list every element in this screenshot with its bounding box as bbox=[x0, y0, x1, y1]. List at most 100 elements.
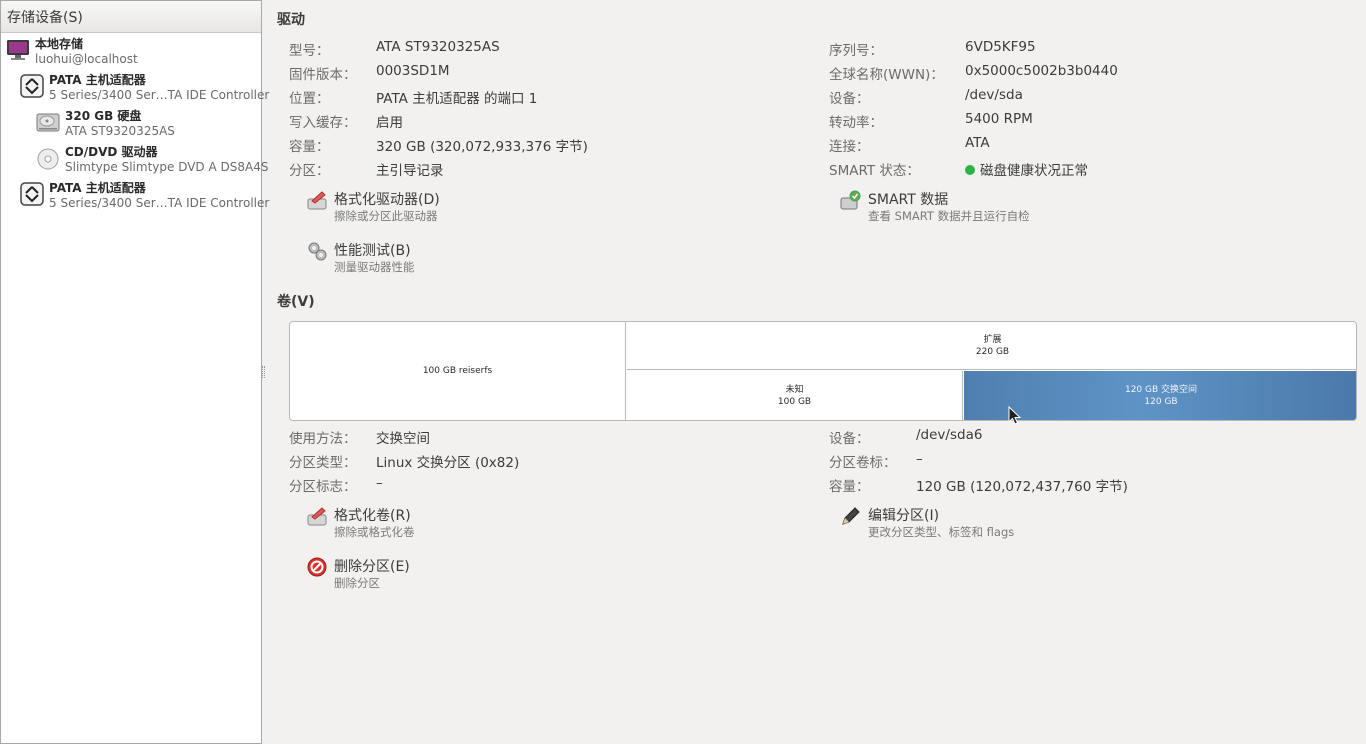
tree-item-pata-adapter-1[interactable]: PATA 主机适配器 5 Series/3400 Ser…TA IDE Cont… bbox=[19, 71, 269, 107]
action-description: 删除分区 bbox=[334, 576, 380, 590]
write-cache-label: 写入缓存： bbox=[289, 115, 357, 131]
volume-device-label: 设备： bbox=[829, 431, 870, 447]
delete-icon bbox=[307, 557, 327, 577]
serial-value: 6VD5KF95 bbox=[965, 39, 1036, 55]
location-label: 位置： bbox=[289, 91, 330, 107]
partition-label-label: 分区卷标： bbox=[829, 455, 897, 471]
volume-label: 扩展 bbox=[983, 334, 1002, 345]
volume-capacity-label: 容量： bbox=[829, 479, 870, 495]
wwn-value: 0x5000c5002b3b0440 bbox=[965, 63, 1118, 79]
action-description: 擦除或分区此驱动器 bbox=[334, 209, 438, 223]
sidebar-header: 存储设备(S) bbox=[1, 1, 261, 33]
format-drive-button[interactable]: 格式化驱动器(D) 擦除或分区此驱动器 bbox=[306, 189, 506, 229]
partitioning-value: 主引导记录 bbox=[376, 163, 444, 179]
volume-capacity-value: 120 GB (120,072,437,760 字节) bbox=[916, 479, 1128, 495]
volume-size: 100 GB bbox=[777, 396, 812, 407]
volume-map: 100 GB reiserfs 扩展 220 GB 未知 100 GB 120 … bbox=[289, 321, 1357, 421]
tree-item-local-storage[interactable]: 本地存储 luohui@localhost bbox=[5, 35, 255, 71]
smart-status-value: 磁盘健康状况正常 bbox=[965, 159, 1088, 179]
volume-swap-selected[interactable]: 120 GB 交换空间 120 GB bbox=[964, 371, 1356, 420]
format-volume-button[interactable]: 格式化卷(R) 擦除或格式化卷 bbox=[306, 505, 506, 545]
capacity-value: 320 GB (320,072,933,376 字节) bbox=[376, 139, 588, 155]
action-description: 测量驱动器性能 bbox=[334, 260, 415, 274]
device-label: 设备： bbox=[829, 91, 870, 107]
tree-item-title: 本地存储 bbox=[35, 37, 84, 51]
smart-status-label: SMART 状态： bbox=[829, 163, 920, 179]
tree-item-title: 320 GB 硬盘 bbox=[65, 109, 142, 123]
drive-model-value: ATA ST9320325AS bbox=[376, 39, 500, 55]
action-title: SMART 数据 bbox=[868, 192, 949, 208]
pencil-icon bbox=[842, 507, 860, 525]
volume-unknown[interactable]: 未知 100 GB bbox=[627, 371, 963, 420]
action-title: 删除分区(E) bbox=[334, 559, 410, 575]
smart-data-button[interactable]: SMART 数据 查看 SMART 数据并且运行自检 bbox=[840, 189, 1070, 229]
action-title: 编辑分区(I) bbox=[868, 508, 940, 524]
action-description: 擦除或格式化卷 bbox=[334, 525, 415, 539]
volume-label: 120 GB 交换空间 bbox=[1124, 384, 1198, 395]
tree-item-subtitle: luohui@localhost bbox=[35, 52, 138, 66]
usage-value: 交换空间 bbox=[376, 431, 430, 447]
tree-item-pata-adapter-2[interactable]: PATA 主机适配器 5 Series/3400 Ser…TA IDE Cont… bbox=[19, 179, 269, 215]
drive-model-label: 型号： bbox=[289, 43, 330, 59]
usage-label: 使用方法： bbox=[289, 431, 357, 447]
partition-label-value: – bbox=[916, 451, 923, 467]
action-title: 性能测试(B) bbox=[334, 243, 411, 259]
volume-label: 未知 bbox=[785, 384, 804, 395]
firmware-value: 0003SD1M bbox=[376, 63, 450, 79]
wwn-label: 全球名称(WWN)： bbox=[829, 67, 944, 83]
serial-label: 序列号： bbox=[829, 43, 883, 59]
status-ok-icon bbox=[965, 165, 975, 175]
volume-size: 120 GB bbox=[1144, 396, 1178, 407]
volume-reiserfs[interactable]: 100 GB reiserfs bbox=[290, 322, 626, 420]
benchmark-icon bbox=[308, 242, 327, 261]
action-description: 查看 SMART 数据并且运行自检 bbox=[868, 209, 1030, 223]
volume-label: 100 GB reiserfs bbox=[422, 366, 493, 376]
volume-extended[interactable]: 扩展 220 GB bbox=[627, 322, 1356, 370]
rotation-rate-value: 5400 RPM bbox=[965, 111, 1033, 127]
optical-disc-icon bbox=[37, 148, 59, 170]
partition-type-value: Linux 交换分区 (0x82) bbox=[376, 455, 520, 471]
adapter-icon bbox=[20, 74, 44, 98]
format-volume-icon bbox=[307, 507, 327, 526]
connection-label: 连接： bbox=[829, 139, 870, 155]
mouse-pointer-icon bbox=[1008, 406, 1022, 425]
smart-status-text: 磁盘健康状况正常 bbox=[980, 163, 1088, 179]
hard-disk-icon bbox=[36, 113, 60, 132]
device-value: /dev/sda bbox=[965, 87, 1023, 103]
firmware-label: 固件版本： bbox=[289, 67, 357, 83]
edit-partition-button[interactable]: 编辑分区(I) 更改分区类型、标签和 flags bbox=[840, 505, 1070, 545]
tree-item-subtitle: 5 Series/3400 Ser…TA IDE Controller bbox=[49, 88, 270, 102]
tree-item-hard-disk[interactable]: 320 GB 硬盘 ATA ST9320325AS bbox=[35, 107, 259, 143]
action-description: 更改分区类型、标签和 flags bbox=[868, 525, 1015, 539]
connection-value: ATA bbox=[965, 135, 990, 151]
delete-partition-button[interactable]: 删除分区(E) 删除分区 bbox=[306, 556, 506, 596]
partitioning-label: 分区： bbox=[289, 163, 330, 179]
drive-section-title: 驱动 bbox=[277, 12, 305, 28]
partition-flags-label: 分区标志： bbox=[289, 479, 357, 495]
action-title: 格式化卷(R) bbox=[334, 508, 411, 524]
location-value: PATA 主机适配器 的端口 1 bbox=[376, 91, 538, 107]
tree-item-title: PATA 主机适配器 bbox=[49, 181, 146, 195]
tree-item-title: CD/DVD 驱动器 bbox=[65, 145, 158, 159]
volumes-section-title: 卷(V) bbox=[277, 294, 315, 310]
computer-icon bbox=[7, 40, 29, 60]
format-drive-icon bbox=[307, 191, 327, 210]
tree-item-optical-drive[interactable]: CD/DVD 驱动器 Slimtype Slimtype DVD A DS8A4… bbox=[35, 143, 268, 179]
rotation-rate-label: 转动率： bbox=[829, 115, 883, 131]
partition-type-label: 分区类型： bbox=[289, 455, 357, 471]
benchmark-button[interactable]: 性能测试(B) 测量驱动器性能 bbox=[306, 240, 506, 280]
storage-devices-sidebar: 存储设备(S) 本地存储 luohui@localhost PATA 主机适配器… bbox=[0, 0, 269, 744]
action-title: 格式化驱动器(D) bbox=[334, 192, 440, 208]
partition-flags-value: – bbox=[376, 475, 383, 491]
tree-item-title: PATA 主机适配器 bbox=[49, 73, 146, 87]
adapter-icon bbox=[20, 182, 44, 206]
capacity-label: 容量： bbox=[289, 139, 330, 155]
main-panel: 驱动 型号： ATA ST9320325AS 固件版本： 0003SD1M 位置… bbox=[262, 0, 1366, 744]
volume-device-value: /dev/sda6 bbox=[916, 427, 983, 443]
tree-item-subtitle: 5 Series/3400 Ser…TA IDE Controller bbox=[49, 196, 270, 210]
tree-item-subtitle: ATA ST9320325AS bbox=[65, 124, 175, 138]
write-cache-value: 启用 bbox=[376, 115, 403, 131]
tree-item-subtitle: Slimtype Slimtype DVD A DS8A4S bbox=[65, 160, 269, 174]
smart-data-icon bbox=[840, 190, 861, 210]
volume-size: 220 GB bbox=[975, 346, 1010, 357]
